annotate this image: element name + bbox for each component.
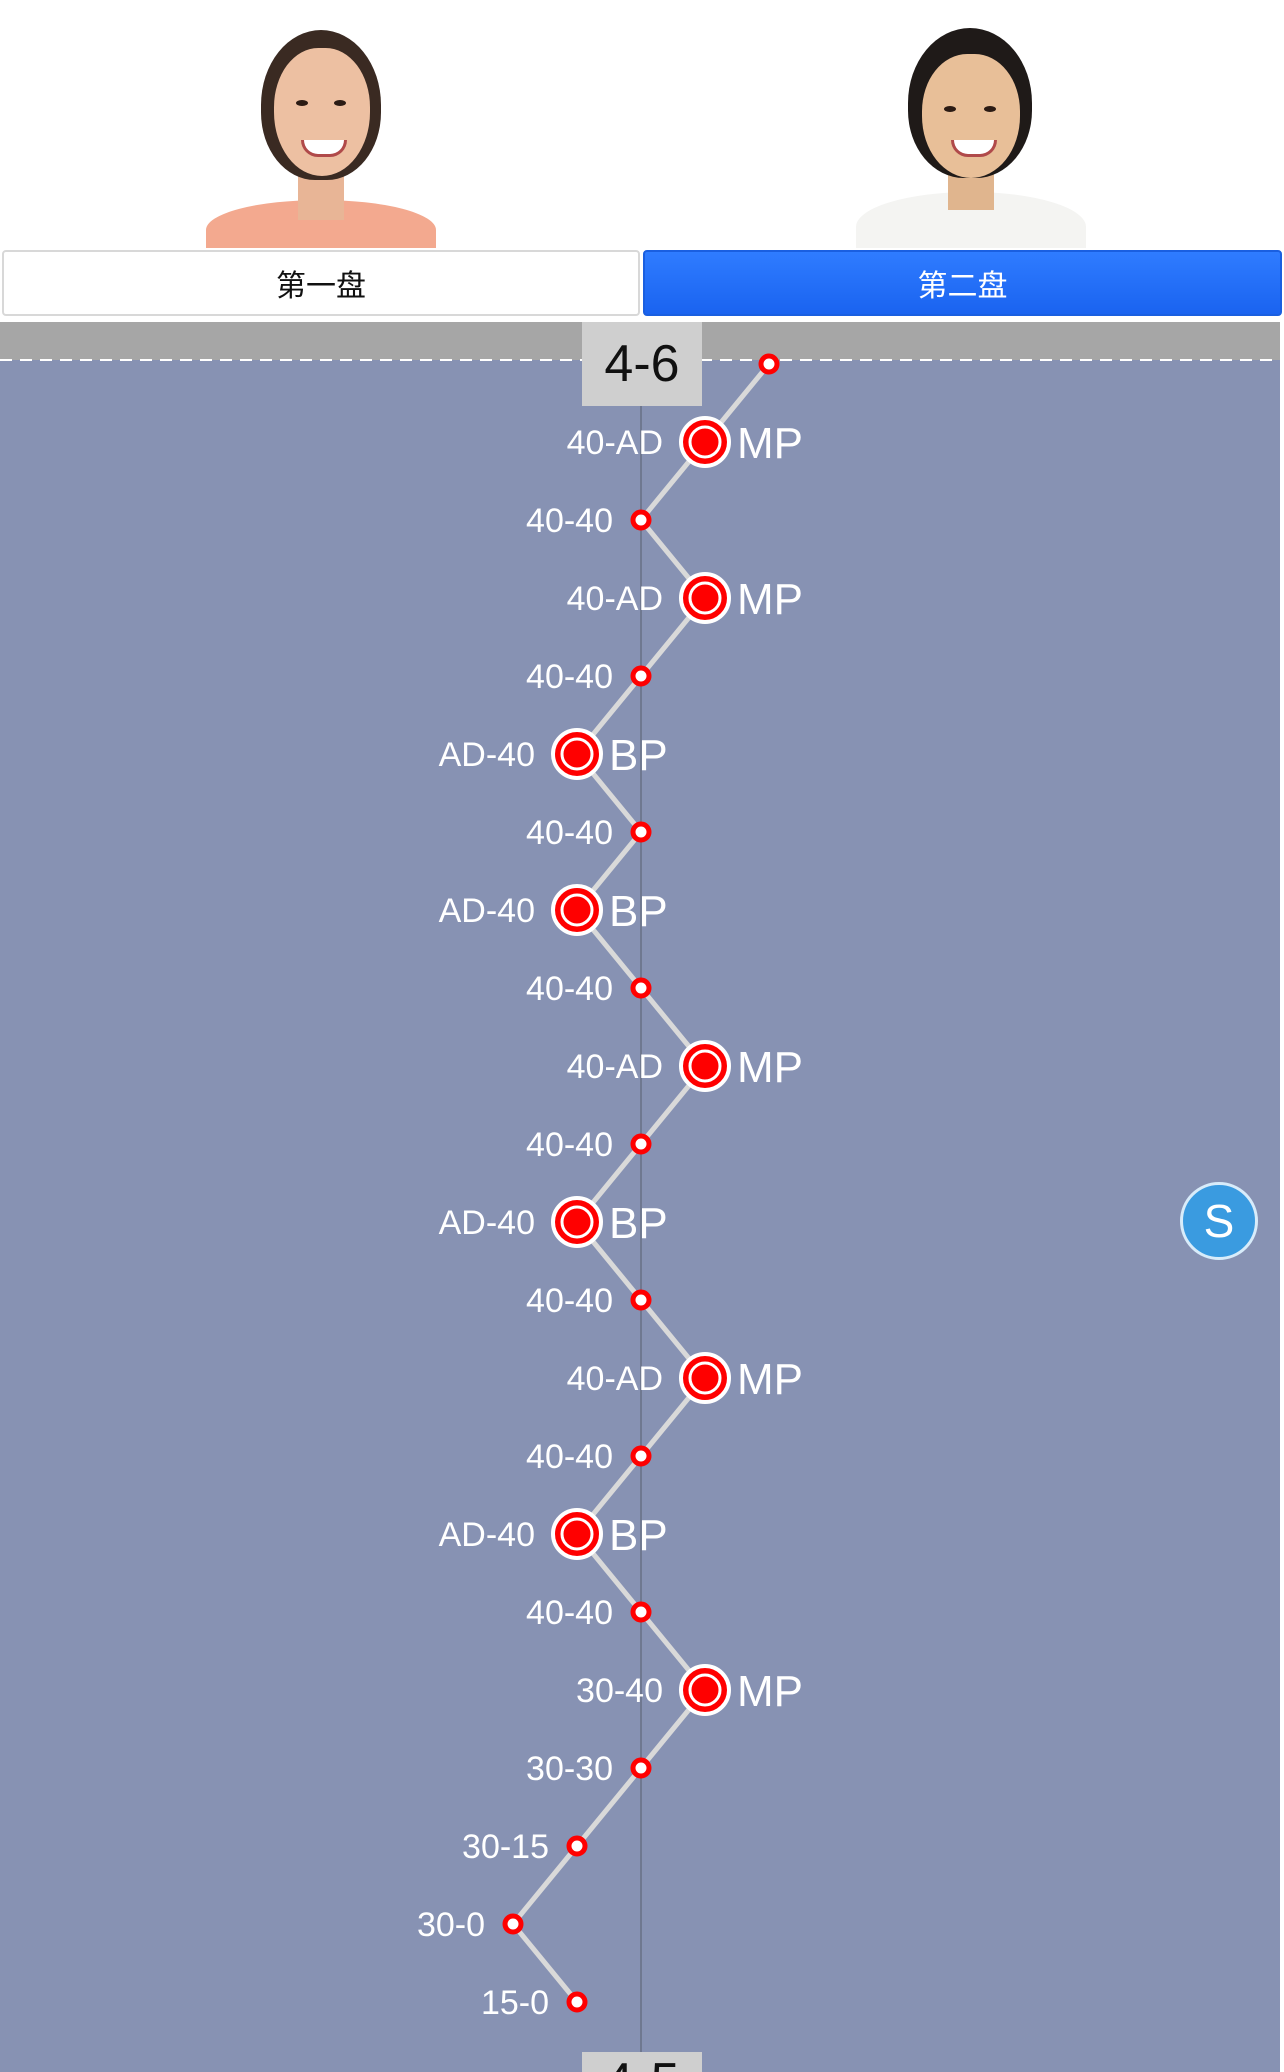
tab-set-1[interactable]: 第一盘 <box>2 250 640 316</box>
set-score-bottom: 4-5 <box>582 2052 702 2072</box>
players-header <box>0 0 1284 248</box>
point-marker-inner <box>560 1517 594 1551</box>
point-score-label: 40-AD <box>567 424 663 462</box>
point-marker <box>566 1835 588 1857</box>
point-flag-label: BP <box>609 731 668 780</box>
point-marker <box>758 353 780 375</box>
point-score-label: 40-40 <box>526 1282 613 1320</box>
point-marker <box>502 1913 524 1935</box>
point-progression-chart: 15-0 30-0 30-15 30-30 30-40 MP 40-40 AD-40 BP 40-… <box>0 322 1280 2072</box>
player2-avatar <box>856 20 1086 248</box>
point-marker <box>630 1601 652 1623</box>
point-score-label: 30-30 <box>526 1750 613 1788</box>
point-marker <box>566 1991 588 2013</box>
point-marker <box>630 1133 652 1155</box>
point-flag-label: MP <box>737 1355 803 1404</box>
point-score-label: AD-40 <box>439 1516 535 1554</box>
point-marker <box>630 509 652 531</box>
set-tabs: 第一盘 第二盘 <box>0 248 1284 320</box>
point-score-label: 40-AD <box>567 1360 663 1398</box>
point-score-label: 30-40 <box>576 1672 663 1710</box>
point-score-label: 40-40 <box>526 1594 613 1632</box>
point-marker <box>630 821 652 843</box>
point-score-label: 30-0 <box>417 1906 485 1944</box>
point-score-label: 40-AD <box>567 1048 663 1086</box>
point-marker <box>630 977 652 999</box>
point-marker <box>630 1757 652 1779</box>
point-marker <box>630 1289 652 1311</box>
point-marker <box>630 665 652 687</box>
point-score-label: AD-40 <box>439 892 535 930</box>
tab-set-2[interactable]: 第二盘 <box>643 250 1282 316</box>
point-flag-label: BP <box>609 887 668 936</box>
point-score-label: 40-AD <box>567 580 663 618</box>
point-flag-label: MP <box>737 1667 803 1716</box>
chart-svg: 15-0 30-0 30-15 30-30 30-40 MP 40-40 AD-40 BP 40-… <box>0 322 1280 2072</box>
point-marker-inner <box>688 425 722 459</box>
point-marker-inner <box>688 1049 722 1083</box>
point-flag-label: MP <box>737 1043 803 1092</box>
point-marker-inner <box>560 1205 594 1239</box>
point-marker-inner <box>688 1361 722 1395</box>
player1-avatar <box>206 20 436 248</box>
point-score-label: 40-40 <box>526 814 613 852</box>
point-score-label: 30-15 <box>462 1828 549 1866</box>
point-score-label: 40-40 <box>526 502 613 540</box>
point-flag-label: MP <box>737 419 803 468</box>
point-score-label: 15-0 <box>481 1984 549 2022</box>
point-score-label: 40-40 <box>526 1438 613 1476</box>
point-score-label: 40-40 <box>526 970 613 1008</box>
point-marker-inner <box>688 1673 722 1707</box>
point-marker-inner <box>560 893 594 927</box>
point-flag-label: BP <box>609 1511 668 1560</box>
set-score-top: 4-6 <box>582 322 702 406</box>
point-score-label: 40-40 <box>526 658 613 696</box>
point-flag-label: MP <box>737 575 803 624</box>
point-flag-label: BP <box>609 1199 668 1248</box>
point-score-label: AD-40 <box>439 736 535 774</box>
point-score-label: AD-40 <box>439 1204 535 1242</box>
point-marker-inner <box>560 737 594 771</box>
point-marker <box>630 1445 652 1467</box>
floating-s-button[interactable]: S <box>1180 1182 1258 1260</box>
point-score-label: 40-40 <box>526 1126 613 1164</box>
point-marker-inner <box>688 581 722 615</box>
